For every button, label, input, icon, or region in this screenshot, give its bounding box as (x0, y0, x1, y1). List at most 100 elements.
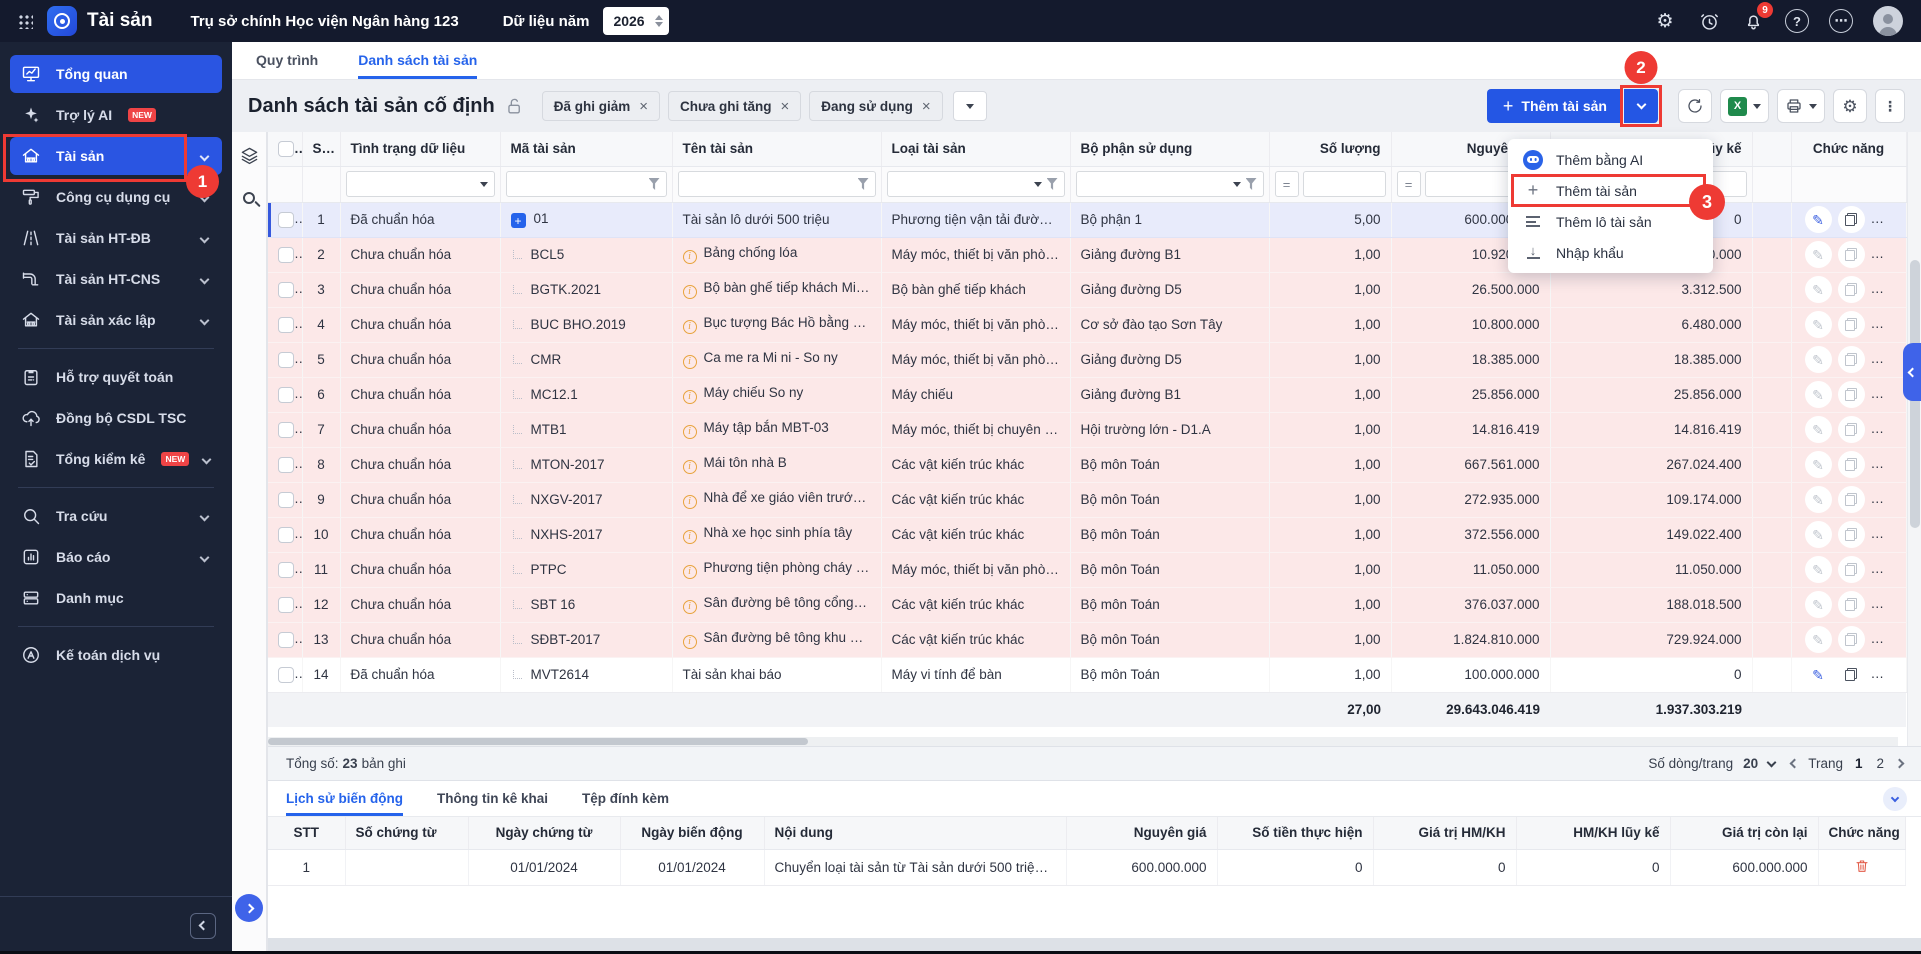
row-checkbox[interactable] (278, 317, 294, 333)
table-row[interactable]: 7Chưa chuẩn hóaMTB1iMáy tập bắn MBT-03Má… (268, 412, 1906, 447)
menu-item-2[interactable]: Thêm lô tài sản (1508, 206, 1713, 237)
funnel-icon[interactable] (858, 178, 869, 190)
copy-button[interactable] (1838, 521, 1865, 548)
sidebar-item-6[interactable]: Tài sản xác lập (10, 301, 222, 339)
copy-button[interactable] (1838, 346, 1865, 373)
col-stt[interactable]: STT (302, 132, 340, 166)
tab-thong-tin-ke-khai[interactable]: Thông tin kê khai (437, 781, 548, 816)
add-asset-button[interactable]: + Thêm tài sản (1487, 89, 1623, 123)
rows-per-page-value[interactable]: 20 (1743, 756, 1758, 771)
row-checkbox[interactable] (278, 352, 294, 368)
col-qty[interactable]: Số lượng (1269, 132, 1391, 166)
row-checkbox[interactable] (278, 597, 294, 613)
export-excel-button[interactable] (1720, 89, 1769, 123)
edit-button[interactable]: ✎ (1805, 311, 1832, 338)
detail-collapse-button[interactable] (1883, 787, 1907, 811)
menu-item-1[interactable]: +Thêm tài sản3 (1508, 175, 1713, 206)
row-checkbox[interactable] (278, 632, 294, 648)
copy-button[interactable] (1838, 486, 1865, 513)
help-icon[interactable]: ? (1785, 9, 1809, 33)
organization-name[interactable]: Trụ sở chính Học viện Ngân hàng 123 (190, 13, 458, 30)
copy-button[interactable] (1838, 416, 1865, 443)
col-code[interactable]: Mã tài sản (500, 132, 672, 166)
sidebar-item-2[interactable]: Tài sản1 (10, 137, 222, 175)
filter-dropdown-button[interactable] (953, 91, 987, 121)
horizontal-scrollbar[interactable] (268, 737, 1898, 746)
page-2-button[interactable]: 2 (1874, 756, 1886, 771)
settings-icon[interactable]: ⚙ (1653, 9, 1677, 33)
type-filter-select[interactable] (887, 171, 1065, 197)
row-checkbox[interactable] (278, 422, 294, 438)
code-filter-input[interactable] (506, 171, 667, 197)
edit-button[interactable]: ✎ (1805, 556, 1832, 583)
qty-filter-operator[interactable]: = (1275, 171, 1299, 197)
app-launcher-icon[interactable] (18, 14, 33, 29)
table-row[interactable]: 11Chưa chuẩn hóaPTPCiPhương tiện phòng c… (268, 552, 1906, 587)
qty-filter-input[interactable] (1303, 171, 1386, 197)
row-checkbox[interactable] (278, 492, 294, 508)
next-page-button[interactable] (1896, 760, 1903, 767)
row-checkbox[interactable] (278, 212, 294, 228)
edit-button[interactable]: ✎ (1805, 241, 1832, 268)
copy-button[interactable] (1838, 381, 1865, 408)
row-checkbox[interactable] (278, 457, 294, 473)
table-row[interactable]: 14Đã chuẩn hóaMVT2614Tài sản khai báoMáy… (268, 657, 1906, 692)
edit-button[interactable]: ✎ (1805, 346, 1832, 373)
sidebar-item-7[interactable]: Hỗ trợ quyết toán (10, 358, 222, 396)
name-filter-input[interactable] (678, 171, 876, 197)
row-checkbox[interactable] (278, 247, 294, 263)
menu-item-3[interactable]: Nhập khẩu (1508, 237, 1713, 268)
unlock-icon[interactable] (505, 97, 524, 116)
copy-button[interactable] (1838, 591, 1865, 618)
vertical-scrollbar[interactable] (1907, 132, 1921, 746)
copy-button[interactable] (1838, 206, 1865, 233)
collapse-side-panel-handle[interactable] (1903, 343, 1921, 401)
app-logo[interactable] (47, 6, 77, 36)
sidebar-collapse-button[interactable] (190, 913, 216, 939)
more-actions-button[interactable]: ⋮ (1875, 89, 1905, 123)
edit-button[interactable]: ✎ (1805, 521, 1832, 548)
table-settings-button[interactable]: ⚙ (1833, 89, 1867, 123)
prev-page-button[interactable] (1791, 760, 1798, 767)
sidebar-item-1[interactable]: Trợ lý AINEW (10, 96, 222, 134)
tab-lich-su-bien-dong[interactable]: Lịch sử biến động (286, 781, 403, 816)
col-name[interactable]: Tên tài sản (672, 132, 881, 166)
remove-chip-icon[interactable]: × (922, 98, 931, 115)
layers-icon[interactable] (240, 146, 259, 170)
filter-chip-0[interactable]: Đã ghi giảm× (542, 91, 660, 121)
funnel-icon[interactable] (1047, 178, 1058, 190)
edit-button[interactable]: ✎ (1805, 661, 1832, 688)
copy-button[interactable] (1838, 661, 1865, 688)
refresh-button[interactable] (1678, 89, 1712, 123)
copy-button[interactable] (1838, 311, 1865, 338)
status-filter-select[interactable] (346, 171, 495, 197)
edit-button[interactable]: ✎ (1805, 626, 1832, 653)
sidebar-item-0[interactable]: Tổng quan (10, 55, 222, 93)
table-row[interactable]: 10Chưa chuẩn hóaNXHS-2017iNhà xe học sin… (268, 517, 1906, 552)
edit-button[interactable]: ✎ (1805, 276, 1832, 303)
notifications-bell-icon[interactable]: 9 (1741, 9, 1765, 33)
copy-button[interactable] (1838, 451, 1865, 478)
table-row[interactable]: 9Chưa chuẩn hóaNXGV-2017iNhà để xe giáo … (268, 482, 1906, 517)
edit-button[interactable]: ✎ (1805, 591, 1832, 618)
delete-button[interactable] (1854, 862, 1870, 877)
chevron-down-icon[interactable] (1767, 757, 1777, 767)
table-row[interactable]: 12Chưa chuẩn hóaSBT 16iSân đường bê tông… (268, 587, 1906, 622)
user-avatar[interactable] (1873, 6, 1903, 36)
sidebar-item-4[interactable]: Tài sản HT-ĐB (10, 219, 222, 257)
sidebar-item-9[interactable]: Tổng kiểm kêNEW (10, 440, 222, 478)
sidebar-item-13[interactable]: Kế toán dịch vụ (10, 636, 222, 674)
row-checkbox[interactable] (278, 527, 294, 543)
edit-button[interactable]: ✎ (1805, 416, 1832, 443)
edit-button[interactable]: ✎ (1805, 486, 1832, 513)
search-icon[interactable] (243, 192, 255, 204)
expand-panel-button[interactable] (235, 894, 263, 922)
reminder-clock-icon[interactable] (1697, 9, 1721, 33)
sidebar-item-12[interactable]: Danh mục (10, 579, 222, 617)
edit-button[interactable]: ✎ (1805, 206, 1832, 233)
row-checkbox[interactable] (278, 387, 294, 403)
table-row[interactable]: 13Chưa chuẩn hóaSĐBT-2017iSân đường bê t… (268, 622, 1906, 657)
row-checkbox[interactable] (278, 667, 294, 683)
dept-filter-select[interactable] (1076, 171, 1264, 197)
select-all-checkbox[interactable] (278, 141, 294, 157)
